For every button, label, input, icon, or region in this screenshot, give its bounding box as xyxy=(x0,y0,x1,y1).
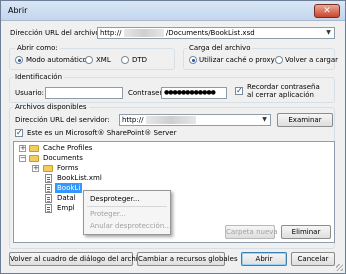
folder-icon xyxy=(29,155,39,162)
back-to-file-dialog-button[interactable]: Volver al cuadro de diálogo del archivo xyxy=(9,252,146,266)
xml-file-icon xyxy=(45,174,52,183)
tree-item-booklist-xml[interactable]: BookList.xml xyxy=(57,173,102,183)
delete-button[interactable]: Eliminar xyxy=(281,225,331,239)
password-input[interactable]: ●●●●●●●●●●●● xyxy=(161,87,227,99)
server-url-prefix: http:// xyxy=(122,116,144,124)
remember-password-label-line1[interactable]: Recordar contraseña xyxy=(247,83,320,91)
server-url-input[interactable]: http:// ▼ xyxy=(119,114,271,126)
menu-item-check-out[interactable]: Desproteger... xyxy=(90,195,140,203)
radio-reload[interactable] xyxy=(275,56,283,64)
window-title: Abrir xyxy=(8,6,28,15)
open-dialog: Abrir ✕ Dirección URL del archivo: http:… xyxy=(0,0,346,274)
file-url-suffix: /Documents/BookList.xsd xyxy=(165,29,255,37)
remember-password-label-line2[interactable]: al cerrar aplicación xyxy=(247,91,314,99)
radio-use-cache[interactable] xyxy=(189,56,197,64)
new-folder-button[interactable]: Carpeta nueva xyxy=(225,225,278,239)
expand-forms[interactable]: + xyxy=(32,165,39,172)
browse-button[interactable]: Examinar xyxy=(277,113,333,127)
user-input[interactable] xyxy=(45,87,123,99)
tree-item-cache-profiles[interactable]: Cache Profiles xyxy=(43,143,92,153)
radio-xml[interactable] xyxy=(85,56,93,64)
tree-item-employees[interactable]: Empl xyxy=(57,203,75,213)
redacted-server xyxy=(145,116,196,124)
expand-cache-profiles[interactable]: + xyxy=(19,145,26,152)
load-legend: Carga del archivo xyxy=(187,44,253,52)
tree-item-booklist-xsd[interactable]: BookLi xyxy=(55,183,83,193)
folder-icon xyxy=(29,145,39,152)
open-button[interactable]: Abrir xyxy=(241,252,287,266)
radio-use-cache-label[interactable]: Utilizar caché o proxy xyxy=(199,56,275,64)
sharepoint-label[interactable]: Este es un Microsoft® SharePoint® Server xyxy=(27,129,176,137)
identification-legend: Identificación xyxy=(13,73,65,81)
switch-to-global-resources-button[interactable]: Cambiar a recursos globales xyxy=(137,252,238,266)
open-as-legend: Abrir como: xyxy=(15,44,60,52)
file-url-input[interactable]: http:// /Documents/BookList.xsd ▼ xyxy=(97,27,335,39)
tree-item-data[interactable]: Datal xyxy=(57,193,76,203)
radio-reload-label[interactable]: Volver a cargar xyxy=(285,56,338,64)
sharepoint-checkbox[interactable]: ✓ xyxy=(15,129,23,137)
radio-xml-label[interactable]: XML xyxy=(96,56,111,64)
title-bar: Abrir ✕ xyxy=(1,1,345,21)
available-files-legend: Archivos disponibles xyxy=(13,103,89,111)
close-button[interactable]: ✕ xyxy=(314,4,340,18)
menu-item-undo-check-out[interactable]: Anular desprotección... xyxy=(90,222,171,230)
radio-dtd[interactable] xyxy=(121,56,129,64)
radio-auto[interactable] xyxy=(15,56,23,64)
menu-separator xyxy=(87,206,167,207)
file-icon xyxy=(45,194,52,203)
tree-item-forms[interactable]: Forms xyxy=(57,163,78,173)
context-menu: Desproteger... Proteger... Anular despro… xyxy=(83,190,171,235)
collapse-documents[interactable]: − xyxy=(19,155,26,162)
radio-auto-label[interactable]: Modo automático xyxy=(26,56,87,64)
cancel-button[interactable]: Cancelar xyxy=(291,252,335,266)
folder-icon xyxy=(43,165,53,172)
radio-dtd-label[interactable]: DTD xyxy=(132,56,147,64)
user-label: Usuario: xyxy=(15,89,44,97)
server-url-label: Dirección URL del servidor: xyxy=(15,116,110,124)
tree-item-documents[interactable]: Documents xyxy=(43,153,83,163)
remember-password-checkbox[interactable]: ✓ xyxy=(235,87,243,95)
chevron-down-icon[interactable]: ▼ xyxy=(260,116,269,124)
file-icon xyxy=(45,204,52,213)
file-url-label: Dirección URL del archivo: xyxy=(10,29,103,37)
menu-item-check-in[interactable]: Proteger... xyxy=(90,210,126,218)
redacted-host xyxy=(123,29,164,37)
xsd-file-icon xyxy=(45,184,52,193)
chevron-down-icon[interactable]: ▼ xyxy=(324,29,333,37)
resize-grip-icon[interactable] xyxy=(336,264,343,271)
file-url-prefix: http:// xyxy=(100,29,122,37)
